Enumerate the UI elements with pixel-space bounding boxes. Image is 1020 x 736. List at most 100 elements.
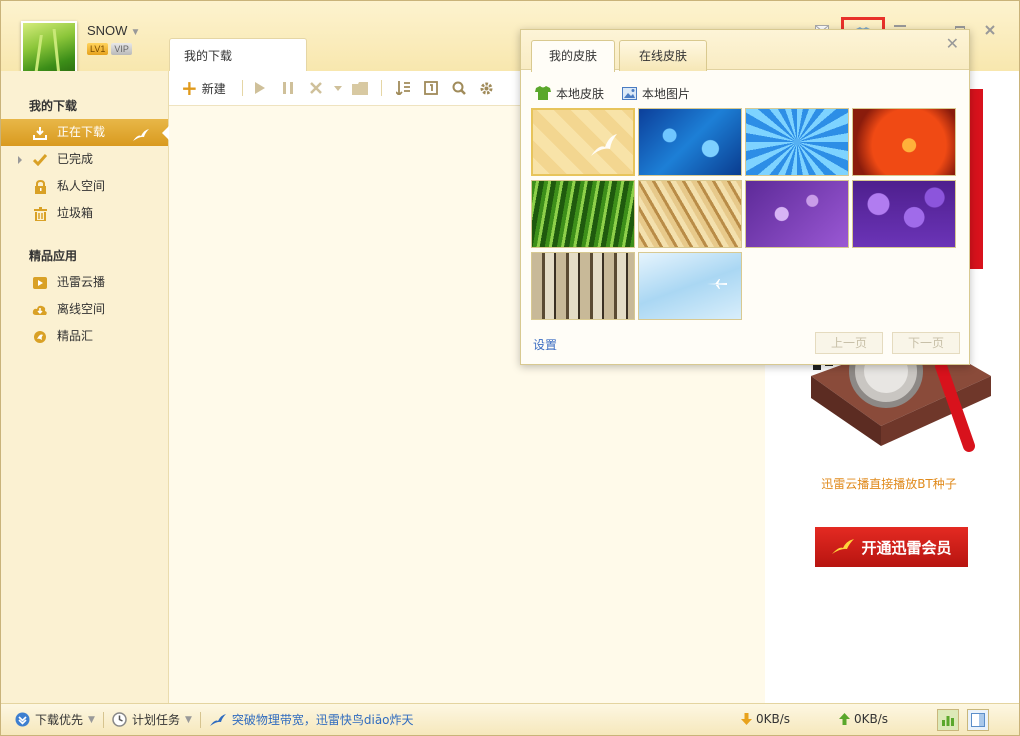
shirt-icon xyxy=(535,86,551,100)
skin-popup-header: 我的皮肤 在线皮肤 ✕ xyxy=(521,30,969,72)
toggle-panel-button[interactable] xyxy=(967,709,989,731)
prev-page-button[interactable]: 上一页 xyxy=(815,332,883,354)
delete-icon[interactable] xyxy=(305,78,327,98)
checkmark-icon xyxy=(32,152,48,168)
gear-icon[interactable] xyxy=(476,78,498,98)
sidebar-item-offline-space[interactable]: 离线空间 xyxy=(1,296,168,323)
download-arrow-icon xyxy=(741,713,752,725)
vip-signup-label: 开通迅雷会员 xyxy=(861,538,952,557)
tab-online-skins[interactable]: 在线皮肤 xyxy=(619,40,707,71)
download-icon xyxy=(32,125,48,141)
skin-thumbnail[interactable] xyxy=(531,180,635,248)
skin-thumbnail[interactable] xyxy=(638,252,742,320)
bird-icon xyxy=(591,134,617,156)
sidebar-item-boutique[interactable]: 精品汇 xyxy=(1,323,168,350)
local-skin-option[interactable]: 本地皮肤 xyxy=(535,85,604,102)
download-priority-button[interactable]: 下载优先 ▼ xyxy=(1,710,103,730)
skin-thumbnail[interactable] xyxy=(638,180,742,248)
offline-space-icon xyxy=(32,302,48,318)
clock-icon xyxy=(112,712,127,727)
lock-icon xyxy=(32,179,48,195)
local-image-label: 本地图片 xyxy=(642,86,691,101)
search-icon[interactable] xyxy=(448,78,470,98)
next-page-button[interactable]: 下一页 xyxy=(892,332,960,354)
thunder-bird-icon xyxy=(209,713,226,726)
status-bar: 下载优先 ▼ 计划任务 ▼ 突破物理带宽，迅雷快鸟diāo炸天 0KB/s 0K… xyxy=(1,703,1019,735)
skin-thumbnail[interactable] xyxy=(745,108,849,176)
ad-caption[interactable]: 迅雷云播直接播放BT种子 xyxy=(765,475,1013,492)
sidebar-item-label: 迅雷云播 xyxy=(57,275,106,289)
chevron-down-icon: ▼ xyxy=(130,27,141,38)
skin-thumbnail[interactable] xyxy=(745,180,849,248)
schedule-label: 计划任务 xyxy=(131,713,180,727)
download-speed: 0KB/s xyxy=(741,712,790,726)
local-image-option[interactable]: 本地图片 xyxy=(622,85,690,102)
skin-source-options: 本地皮肤 本地图片 xyxy=(521,70,969,106)
plus-icon: + xyxy=(181,76,198,100)
username[interactable]: SNOW ▼ xyxy=(87,23,140,38)
delete-dropdown-chevron-icon[interactable] xyxy=(333,78,343,98)
sidebar-item-label: 精品汇 xyxy=(57,329,94,343)
sidebar-item-label: 私人空间 xyxy=(57,179,106,193)
sidebar-item-trash[interactable]: 垃圾箱 xyxy=(1,200,168,227)
chevron-down-icon: ▼ xyxy=(88,714,95,725)
skin-thumbnail[interactable] xyxy=(852,180,956,248)
sidebar-item-label: 已完成 xyxy=(57,152,94,166)
promo-text: 突破物理带宽，迅雷快鸟diāo炸天 xyxy=(231,713,414,727)
user-badges: LV1 VIP xyxy=(87,43,132,55)
detail-view-icon[interactable] xyxy=(420,78,442,98)
new-task-button[interactable]: + 新建 xyxy=(181,76,243,100)
sidebar-item-completed[interactable]: 已完成 xyxy=(1,146,168,173)
folder-icon[interactable] xyxy=(349,78,371,98)
upload-speed-value: 0KB/s xyxy=(854,712,889,726)
skin-thumbnail-grid xyxy=(531,108,956,320)
level-badge[interactable]: LV1 xyxy=(87,43,109,55)
sidebar-item-downloading[interactable]: 正在下载 xyxy=(1,119,169,146)
toolbar-divider xyxy=(380,80,382,96)
expand-arrow-icon[interactable] xyxy=(18,156,22,164)
sort-icon[interactable] xyxy=(392,78,414,98)
panel-icon xyxy=(971,713,985,727)
sidebar: 我的下载 正在下载 已完成 私人空间 垃圾箱 精品应用 迅雷云播 离线空间 精品… xyxy=(1,71,169,703)
speed-chart-button[interactable] xyxy=(937,709,959,731)
skin-thumbnail[interactable] xyxy=(531,252,635,320)
skin-thumbnail[interactable] xyxy=(531,108,635,176)
sidebar-item-private-space[interactable]: 私人空间 xyxy=(1,173,168,200)
local-skin-label: 本地皮肤 xyxy=(556,86,605,101)
trash-icon xyxy=(32,206,48,222)
sidebar-section-apps: 精品应用 xyxy=(29,249,78,263)
priority-icon xyxy=(15,712,30,727)
sidebar-item-cloud-play[interactable]: 迅雷云播 xyxy=(1,269,168,296)
avatar[interactable] xyxy=(21,21,77,77)
airplane-icon xyxy=(707,279,727,289)
skin-thumbnail[interactable] xyxy=(638,108,742,176)
play-icon[interactable] xyxy=(249,78,271,98)
thunder-window: SNOW ▼ LV1 VIP 我的下载 我的下载 正在下载 已完成 私人空间 垃… xyxy=(0,0,1020,736)
bar-chart-icon xyxy=(942,716,954,726)
username-text: SNOW xyxy=(87,23,128,38)
scheduled-tasks-button[interactable]: 计划任务 ▼ xyxy=(104,710,200,730)
promo-link[interactable]: 突破物理带宽，迅雷快鸟diāo炸天 xyxy=(201,710,422,730)
sidebar-item-label: 离线空间 xyxy=(57,302,106,316)
close-icon[interactable]: ✕ xyxy=(946,34,959,53)
skin-popup-footer: 设置 上一页 下一页 xyxy=(521,324,969,364)
upload-arrow-icon xyxy=(839,713,850,725)
vip-badge[interactable]: VIP xyxy=(111,43,132,55)
pause-icon[interactable] xyxy=(277,78,299,98)
tab-my-downloads[interactable]: 我的下载 xyxy=(169,38,307,72)
download-speed-value: 0KB/s xyxy=(756,712,791,726)
sidebar-item-label: 正在下载 xyxy=(57,125,106,139)
new-task-label: 新建 xyxy=(201,81,226,96)
sidebar-section-downloads: 我的下载 xyxy=(29,99,78,113)
thunder-bird-icon xyxy=(832,539,855,554)
priority-label: 下载优先 xyxy=(35,713,84,727)
skin-popup: 我的皮肤 在线皮肤 ✕ 本地皮肤 本地图片 设置 上一页 下一页 xyxy=(520,29,970,365)
settings-link[interactable]: 设置 xyxy=(533,336,557,353)
close-icon[interactable] xyxy=(979,21,1001,39)
skin-thumbnail[interactable] xyxy=(852,108,956,176)
chevron-down-icon: ▼ xyxy=(184,714,192,725)
sidebar-item-label: 垃圾箱 xyxy=(57,206,94,220)
tab-my-skins[interactable]: 我的皮肤 xyxy=(531,40,615,72)
image-icon xyxy=(622,86,638,100)
vip-signup-button[interactable]: 开通迅雷会员 xyxy=(815,527,968,567)
